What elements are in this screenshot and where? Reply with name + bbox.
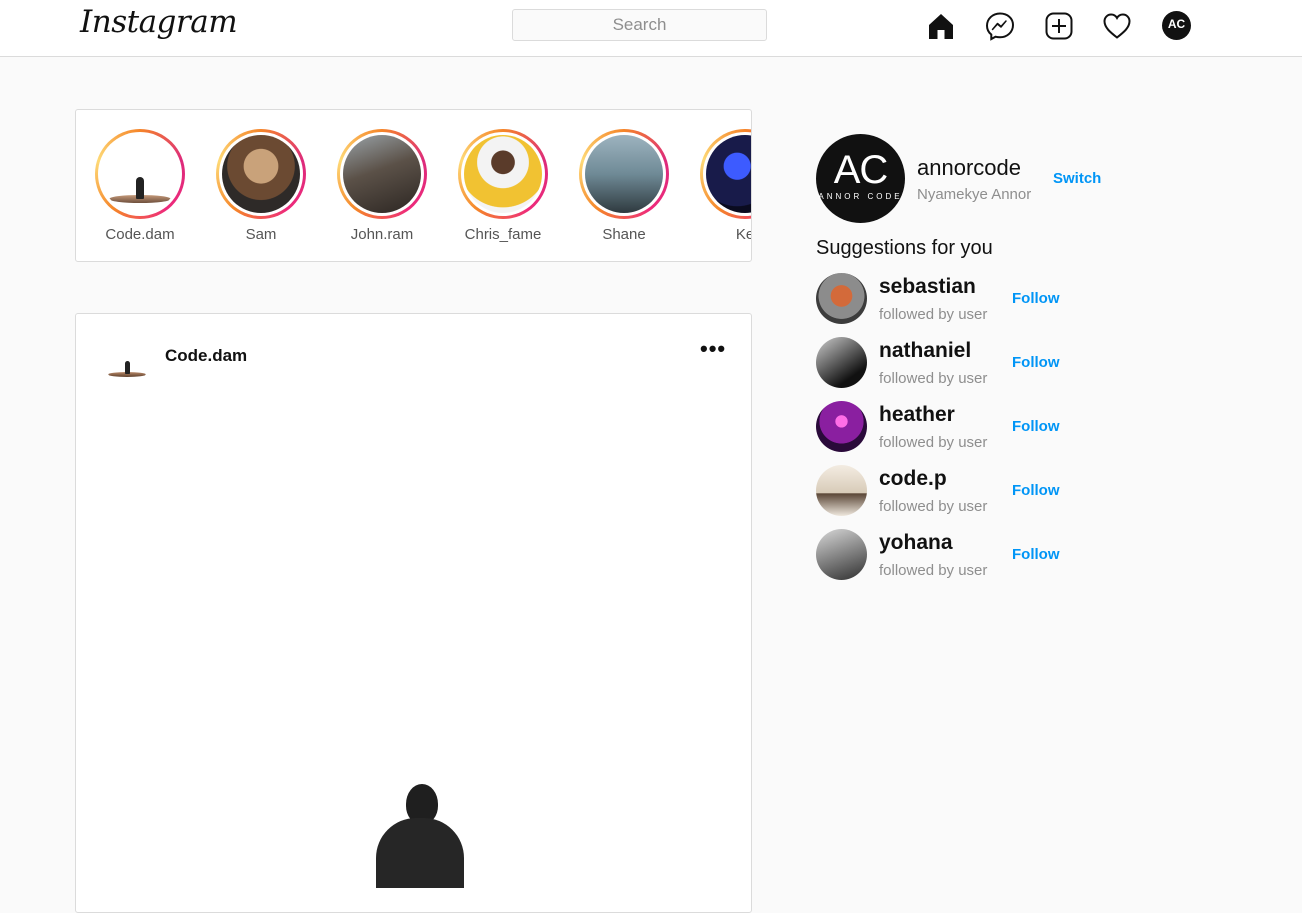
story-avatar: [464, 135, 542, 213]
story-ring: [216, 129, 306, 219]
stories-tray: Code.dam Sam John.ram Chris_fame Shane K…: [75, 109, 752, 262]
switch-account-button[interactable]: Switch: [1053, 170, 1101, 187]
suggestion-subtitle: followed by user: [879, 370, 988, 387]
current-user-username[interactable]: annorcode: [917, 155, 1021, 181]
story-avatar: [706, 135, 751, 213]
story-avatar: [585, 135, 663, 213]
suggestion-username[interactable]: yohana: [879, 531, 953, 555]
story-username: Chris_fame: [464, 226, 542, 243]
current-user-avatar[interactable]: AC ANNOR CODE: [816, 134, 905, 223]
story-username: Shane: [602, 226, 646, 243]
home-icon[interactable]: [925, 10, 957, 42]
follow-button[interactable]: Follow: [1012, 290, 1060, 307]
follow-button[interactable]: Follow: [1012, 482, 1060, 499]
suggestion-row: code.p followed by user Follow: [816, 465, 1076, 517]
story-item[interactable]: Code.dam: [85, 129, 195, 243]
post-image[interactable]: [376, 784, 466, 888]
story-ring: [700, 129, 751, 219]
suggestion-username[interactable]: sebastian: [879, 275, 976, 299]
story-ring: [337, 129, 427, 219]
story-item[interactable]: Shane: [569, 129, 679, 243]
suggestion-username[interactable]: heather: [879, 403, 955, 427]
suggestion-subtitle: followed by user: [879, 498, 988, 515]
new-post-icon[interactable]: [1043, 10, 1075, 42]
profile-avatar-button[interactable]: AC: [1162, 11, 1191, 40]
suggestion-subtitle: followed by user: [879, 562, 988, 579]
suggestion-avatar[interactable]: [816, 465, 867, 516]
suggestion-avatar[interactable]: [816, 401, 867, 452]
suggestion-username[interactable]: code.p: [879, 467, 947, 491]
story-item[interactable]: Ke: [690, 129, 751, 243]
story-item[interactable]: Sam: [206, 129, 316, 243]
story-avatar: [343, 135, 421, 213]
suggestion-row: yohana followed by user Follow: [816, 529, 1076, 581]
story-item[interactable]: Chris_fame: [448, 129, 558, 243]
suggestion-row: sebastian followed by user Follow: [816, 273, 1076, 325]
story-username: Ke: [735, 226, 751, 243]
suggestion-avatar[interactable]: [816, 337, 867, 388]
messenger-icon[interactable]: [984, 10, 1016, 42]
suggestions-title: Suggestions for you: [816, 237, 993, 259]
search-input[interactable]: Search: [512, 9, 767, 41]
top-navigation-bar: Instagram Search AC: [0, 0, 1302, 57]
suggestion-username[interactable]: nathaniel: [879, 339, 971, 363]
post-author-avatar[interactable]: [106, 344, 148, 386]
story-item[interactable]: John.ram: [327, 129, 437, 243]
story-username: John.ram: [350, 226, 414, 243]
suggestion-row: nathaniel followed by user Follow: [816, 337, 1076, 389]
suggestion-subtitle: followed by user: [879, 306, 988, 323]
story-username: Sam: [245, 226, 277, 243]
follow-button[interactable]: Follow: [1012, 418, 1060, 435]
suggestion-subtitle: followed by user: [879, 434, 988, 451]
story-avatar: [101, 135, 179, 213]
follow-button[interactable]: Follow: [1012, 354, 1060, 371]
suggestion-avatar[interactable]: [816, 529, 867, 580]
story-username: Code.dam: [105, 226, 175, 243]
story-ring: [95, 129, 185, 219]
story-avatar: [222, 135, 300, 213]
suggestion-row: heather followed by user Follow: [816, 401, 1076, 453]
story-ring: [458, 129, 548, 219]
follow-button[interactable]: Follow: [1012, 546, 1060, 563]
more-options-icon[interactable]: •••: [700, 336, 726, 362]
suggestion-avatar[interactable]: [816, 273, 867, 324]
feed-post: Code.dam •••: [75, 313, 752, 913]
activity-heart-icon[interactable]: [1101, 10, 1133, 42]
current-user-fullname: Nyamekye Annor: [917, 186, 1032, 203]
instagram-logo[interactable]: Instagram: [80, 4, 238, 40]
story-ring: [579, 129, 669, 219]
post-author-username[interactable]: Code.dam: [165, 346, 247, 366]
